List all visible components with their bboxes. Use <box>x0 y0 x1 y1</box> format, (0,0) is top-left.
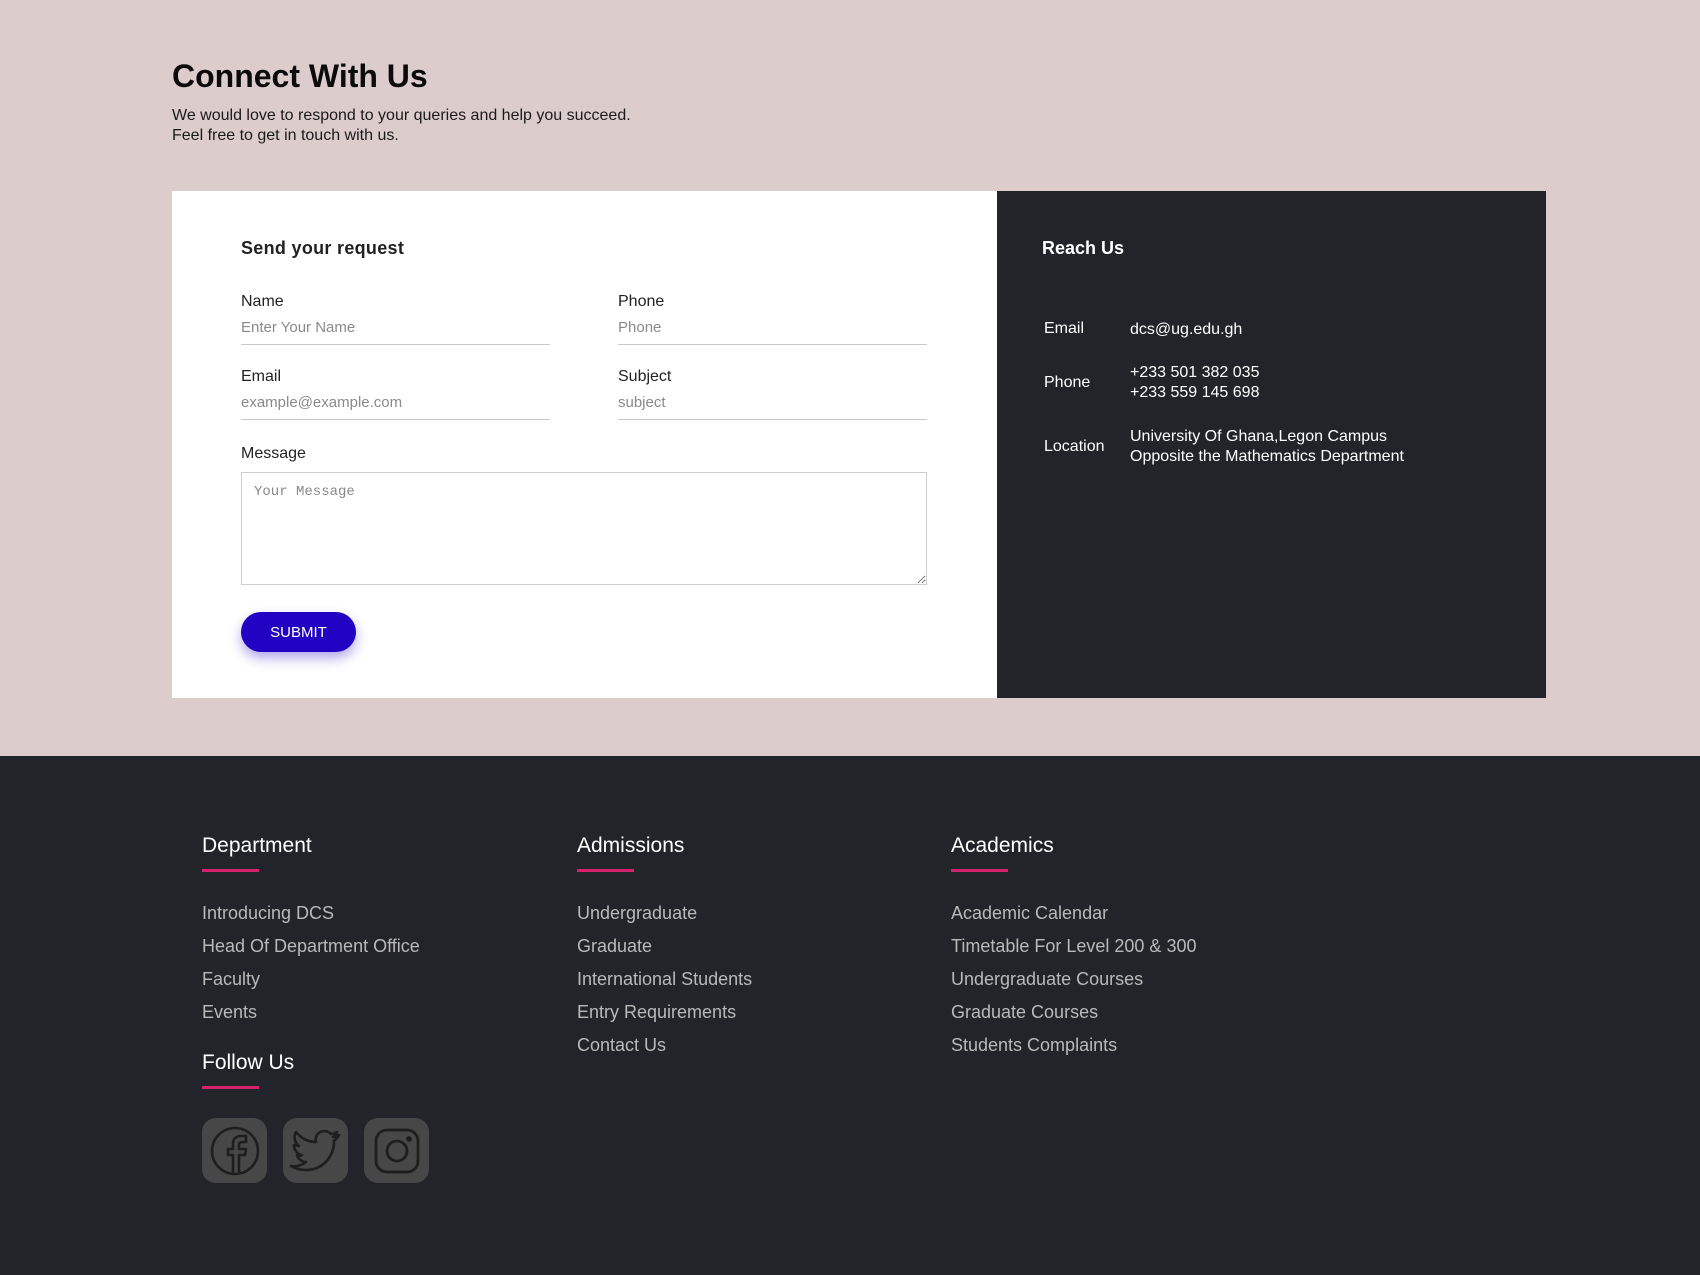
subject-label: Subject <box>618 368 672 385</box>
reach-location-label: Location <box>1044 438 1105 455</box>
instagram-button[interactable] <box>364 1118 429 1183</box>
subject-input[interactable] <box>618 392 927 420</box>
email-label: Email <box>241 368 282 385</box>
academics-links: Academic Calendar Timetable For Level 20… <box>951 902 1291 1067</box>
footer-heading-department: Department <box>202 834 312 857</box>
page-subtitle: We would love to respond to your queries… <box>172 106 631 146</box>
footer-link[interactable]: Introducing DCS <box>202 902 542 935</box>
twitter-icon <box>289 1129 340 1171</box>
footer-link[interactable]: Head Of Department Office <box>202 935 542 968</box>
footer-link[interactable]: International Students <box>577 968 917 1001</box>
reach-email-label: Email <box>1044 320 1085 337</box>
reach-email-value[interactable]: dcs@ug.edu.gh <box>1130 320 1490 340</box>
footer-heading-follow: Follow Us <box>202 1051 295 1074</box>
heading-underline <box>202 1086 259 1089</box>
social-links <box>202 1118 429 1183</box>
footer-link[interactable]: Undergraduate Courses <box>951 968 1291 1001</box>
footer-link[interactable]: Undergraduate <box>577 902 917 935</box>
footer-link[interactable]: Events <box>202 1001 542 1034</box>
page-title: Connect With Us <box>172 58 428 94</box>
footer-link[interactable]: Entry Requirements <box>577 1001 917 1034</box>
phone-input[interactable] <box>618 317 927 345</box>
heading-underline <box>577 869 634 872</box>
reach-phone-value: +233 501 382 035 +233 559 145 698 <box>1130 363 1490 403</box>
form-heading: Send your request <box>241 238 405 258</box>
subtitle-line-1: We would love to respond to your queries… <box>172 107 631 124</box>
reach-phone-line-2[interactable]: +233 559 145 698 <box>1130 383 1490 403</box>
footer-heading-admissions: Admissions <box>577 834 685 857</box>
facebook-button[interactable] <box>202 1118 267 1183</box>
name-field-group: Name <box>241 293 550 345</box>
name-input[interactable] <box>241 317 550 345</box>
email-input[interactable] <box>241 392 550 420</box>
footer-link[interactable]: Timetable For Level 200 & 300 <box>951 935 1291 968</box>
admissions-links: Undergraduate Graduate International Stu… <box>577 902 917 1067</box>
site-footer: Department Introducing DCS Head Of Depar… <box>0 756 1700 1275</box>
contact-section: Connect With Us We would love to respond… <box>0 0 1700 756</box>
reach-phone-label: Phone <box>1044 374 1091 391</box>
reach-location-line-1: University Of Ghana,Legon Campus <box>1130 428 1388 445</box>
message-textarea[interactable] <box>241 472 927 585</box>
footer-column-academics: Academics Academic Calendar Timetable Fo… <box>951 834 1291 1067</box>
follow-us-block: Follow Us <box>202 1051 294 1089</box>
footer-link[interactable]: Faculty <box>202 968 542 1001</box>
reach-phone-line-1[interactable]: +233 501 382 035 <box>1130 363 1490 383</box>
instagram-icon <box>374 1128 419 1173</box>
email-field-group: Email <box>241 368 550 420</box>
submit-button[interactable]: SUBMIT <box>241 612 356 652</box>
footer-link[interactable]: Contact Us <box>577 1034 917 1067</box>
message-label: Message <box>241 445 306 462</box>
footer-heading-academics: Academics <box>951 834 1054 857</box>
phone-label: Phone <box>618 293 665 310</box>
reach-us-card: Reach Us Email dcs@ug.edu.gh Phone +233 … <box>997 191 1546 698</box>
footer-column-admissions: Admissions Undergraduate Graduate Intern… <box>577 834 917 1067</box>
reach-location-value: University Of Ghana,Legon Campus Opposit… <box>1130 427 1490 467</box>
subtitle-line-2: Feel free to get in touch with us. <box>172 127 399 144</box>
subject-field-group: Subject <box>618 368 927 420</box>
request-form-card: Send your request Name Phone Email Subje… <box>172 191 997 698</box>
heading-underline <box>202 869 259 872</box>
twitter-button[interactable] <box>283 1118 348 1183</box>
reach-heading: Reach Us <box>1042 238 1125 258</box>
phone-field-group: Phone <box>618 293 927 345</box>
footer-column-department: Department Introducing DCS Head Of Depar… <box>202 834 542 1034</box>
footer-link[interactable]: Academic Calendar <box>951 902 1291 935</box>
name-label: Name <box>241 293 284 310</box>
footer-link[interactable]: Students Complaints <box>951 1034 1291 1067</box>
reach-location-line-2: Opposite the Mathematics Department <box>1130 448 1404 465</box>
footer-link[interactable]: Graduate <box>577 935 917 968</box>
heading-underline <box>951 869 1008 872</box>
department-links: Introducing DCS Head Of Department Offic… <box>202 902 542 1034</box>
facebook-icon <box>210 1126 259 1175</box>
footer-link[interactable]: Graduate Courses <box>951 1001 1291 1034</box>
